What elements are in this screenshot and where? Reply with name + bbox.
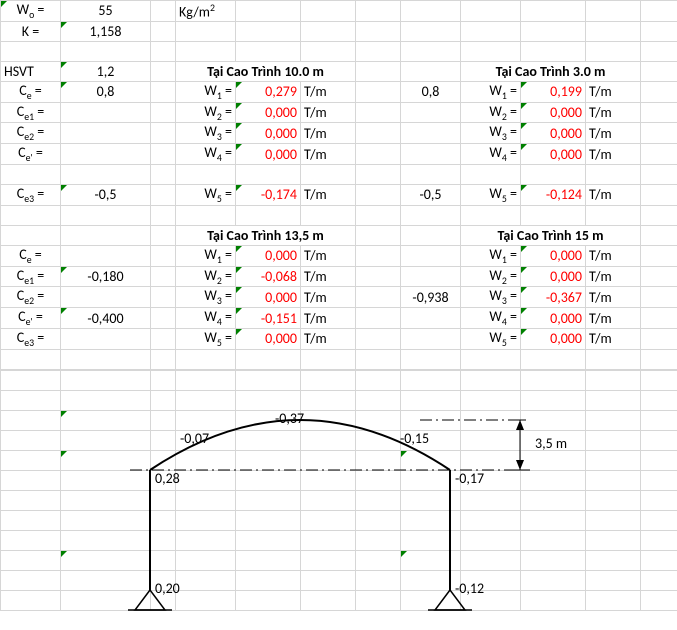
d-arc-r: -0,15 xyxy=(400,430,429,447)
b3-W2-l[interactable]: W2 = xyxy=(461,102,521,123)
b10-W5-l[interactable]: W5 = xyxy=(176,184,236,205)
cell-Ce3-val[interactable]: -0,5 xyxy=(61,184,151,205)
b10-W2-v[interactable]: 0,000 xyxy=(236,102,301,123)
b135-W5-v[interactable]: 0,000 xyxy=(236,328,301,349)
cell-Cep-val2[interactable]: -0,400 xyxy=(61,308,151,329)
b3-W1-v[interactable]: 0,199 xyxy=(521,81,586,102)
b135-W3-v[interactable]: 0,000 xyxy=(236,287,301,308)
d-height: 3,5 m xyxy=(535,435,567,452)
b3-W5-l[interactable]: W5 = xyxy=(461,184,521,205)
cell-Ce1[interactable]: Ce1 = xyxy=(1,102,61,123)
cell-Ce1-2[interactable]: Ce1 = xyxy=(1,266,61,287)
cell-Cep-2[interactable]: Ce' = xyxy=(1,308,61,329)
b135-W4-v[interactable]: -0,151 xyxy=(236,308,301,329)
cell-Ce3-2[interactable]: Ce3 = xyxy=(1,328,61,349)
b15-W2-v[interactable]: 0,000 xyxy=(521,266,586,287)
cell-Wo-unit[interactable]: Kg/m2 xyxy=(176,1,236,22)
d-l-top: 0,28 xyxy=(155,470,180,487)
b135-W2-v[interactable]: -0,068 xyxy=(236,266,301,287)
title-15[interactable]: Tại Cao Trình 15 m xyxy=(461,225,641,245)
b15-W3-v[interactable]: -0,367 xyxy=(521,287,586,308)
d-arc-l: -0,07 xyxy=(180,430,209,447)
diagram-area: -0,37 -0,07 -0,15 0,28 0,20 -0,17 -0,12 … xyxy=(0,370,677,630)
b3-W5-v[interactable]: -0,124 xyxy=(521,184,586,205)
b10-W1-u[interactable]: T/m xyxy=(301,81,356,102)
b10-W5-v[interactable]: -0,174 xyxy=(236,184,301,205)
cell-Ce-2[interactable]: Ce = xyxy=(1,245,61,266)
b10-W4-v[interactable]: 0,000 xyxy=(236,144,301,165)
b10-side-bot[interactable]: -0,5 xyxy=(401,184,461,205)
d-arc-m: -0,37 xyxy=(275,410,304,427)
cell-Ce[interactable]: Ce = xyxy=(1,81,61,102)
cell-Wo-label[interactable]: Wo = xyxy=(1,1,61,22)
b15-W5-v[interactable]: 0,000 xyxy=(521,328,586,349)
cell-Wo-val[interactable]: 55 xyxy=(61,1,151,22)
b10-W3-l[interactable]: W3 = xyxy=(176,123,236,144)
b3-W3-v[interactable]: 0,000 xyxy=(521,123,586,144)
b135-side[interactable]: -0,938 xyxy=(401,287,461,308)
title-3[interactable]: Tại Cao Trình 3.0 m xyxy=(461,61,641,81)
cell-Cep[interactable]: Ce' = xyxy=(1,144,61,165)
cell-Ce3[interactable]: Ce3 = xyxy=(1,184,61,205)
b3-W1-l[interactable]: W1 = xyxy=(461,81,521,102)
b10-W3-v[interactable]: 0,000 xyxy=(236,123,301,144)
b10-W4-l[interactable]: W4 = xyxy=(176,144,236,165)
title-10[interactable]: Tại Cao Trình 10.0 m xyxy=(176,61,356,81)
cell-HSVT-val[interactable]: 1,2 xyxy=(61,61,151,81)
b10-W1-v[interactable]: 0,279 xyxy=(236,81,301,102)
b15-W1-v[interactable]: 0,000 xyxy=(521,245,586,266)
diagram-grid xyxy=(0,370,677,611)
title-135[interactable]: Tại Cao Trình 13,5 m xyxy=(176,225,356,245)
cell-Ce-val[interactable]: 0,8 xyxy=(61,81,151,102)
cell-K-val[interactable]: 1,158 xyxy=(61,21,151,41)
d-r-top: -0,17 xyxy=(455,470,484,487)
d-l-bot: 0,20 xyxy=(155,580,180,597)
b135-W1-v[interactable]: 0,000 xyxy=(236,245,301,266)
b3-W4-v[interactable]: 0,000 xyxy=(521,144,586,165)
b10-W2-l[interactable]: W2 = xyxy=(176,102,236,123)
spreadsheet: Wo = 55 Kg/m2 K = 1,158 HSVT 1,2 Tại Cao… xyxy=(0,0,677,370)
b10-side-top[interactable]: 0,8 xyxy=(401,81,461,102)
b3-W2-v[interactable]: 0,000 xyxy=(521,102,586,123)
cell-HSVT-label[interactable]: HSVT xyxy=(1,61,61,81)
b15-W4-v[interactable]: 0,000 xyxy=(521,308,586,329)
b3-W4-l[interactable]: W4 = xyxy=(461,144,521,165)
cell-K-label[interactable]: K = xyxy=(1,21,61,41)
cell-Ce2-2[interactable]: Ce2 = xyxy=(1,287,61,308)
d-r-bot: -0,12 xyxy=(455,580,484,597)
b3-W3-l[interactable]: W3 = xyxy=(461,123,521,144)
cell-Ce1-val2[interactable]: -0,180 xyxy=(61,266,151,287)
b10-W1-l[interactable]: W1 = xyxy=(176,81,236,102)
b3-W1-u[interactable]: T/m xyxy=(586,81,641,102)
cell-Ce2[interactable]: Ce2 = xyxy=(1,123,61,144)
